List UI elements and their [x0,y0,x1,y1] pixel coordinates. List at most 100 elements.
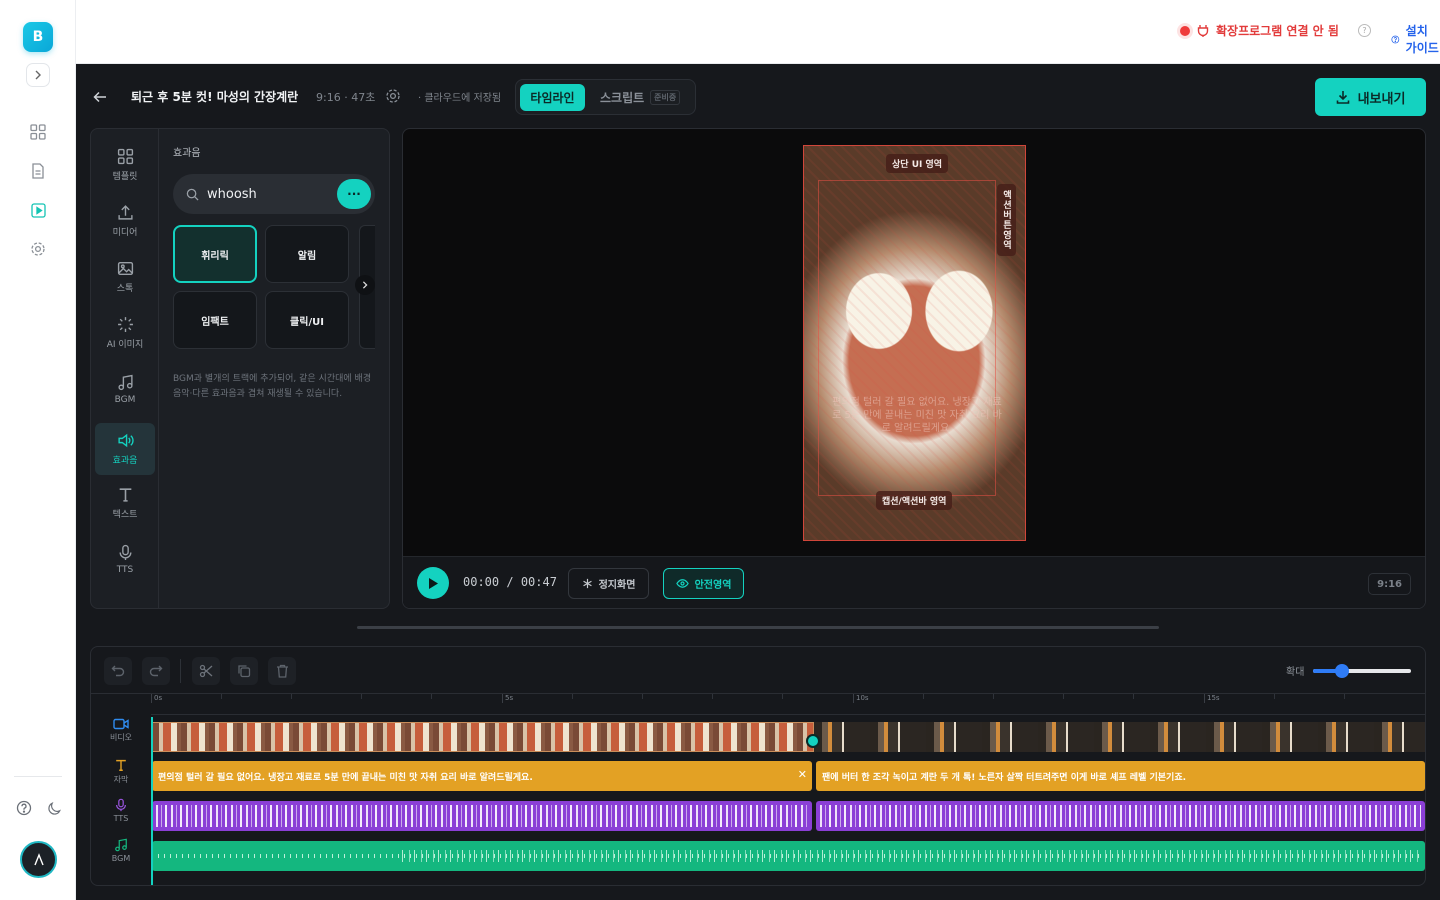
coming-soon-badge: 준비중 [650,90,681,105]
tts-clip[interactable] [152,801,812,831]
ruler-tick-0s: 0s [151,694,162,703]
brand-logo[interactable]: B [23,22,53,52]
upload-icon [117,205,133,220]
left-rail: B [0,0,76,900]
time-separator: / [506,575,514,589]
dark-mode-toggle[interactable] [44,798,64,818]
ruler-minor-tick [642,694,645,699]
expand-sidebar-button[interactable] [26,63,50,87]
panel-resize-handle[interactable] [357,626,1159,629]
safe-area-toggle[interactable]: 안전영역 [663,568,744,599]
search-options-button[interactable]: ··· [337,179,371,209]
split-button[interactable] [192,657,220,685]
extension-status[interactable]: 확장프로그램 연결 안 됨 [1180,22,1339,39]
track-label-tts: TTS [91,798,151,823]
sfx-chip-whoosh[interactable]: 휘리릭 [173,225,257,283]
category-text[interactable]: 텍스트 [95,477,155,529]
zoom-slider[interactable] [1313,664,1411,678]
search-input[interactable]: whoosh [207,187,257,202]
chips-next-button[interactable] [355,275,375,295]
ruler-minor-tick [1344,694,1347,699]
transition-marker[interactable] [806,734,820,748]
video-icon [113,718,129,730]
track-label-text: TTS [113,814,129,823]
nav-documents[interactable] [28,161,48,181]
redo-button[interactable] [142,657,170,685]
track-label-bgm: BGM [91,838,151,863]
extension-help-icon[interactable]: ? [1358,24,1371,37]
video-clip[interactable] [814,722,1425,752]
search-icon [186,188,199,201]
caption-track: 편의점 털러 갈 필요 없어요. 냉장고 재료로 5분 만에 끝내는 미친 맛 … [152,761,1425,791]
sfx-chip-alert[interactable]: 알림 [265,225,349,283]
eye-icon [675,579,689,588]
tts-clip[interactable] [816,801,1425,831]
bgm-clip[interactable] [152,841,1425,871]
caption-clip[interactable]: 팬에 버터 한 조각 녹이고 계란 두 개 톡! 노른자 살짝 터트려주면 이게… [816,761,1425,791]
project-settings-button[interactable] [385,88,401,108]
duplicate-button[interactable] [230,657,258,685]
rail-divider [14,776,62,777]
export-button[interactable]: 내보내기 [1315,78,1426,116]
redo-icon [149,665,163,677]
play-icon [429,577,438,589]
timeline-toolbar: 확대 [91,647,1425,694]
music-icon [115,838,127,852]
playhead[interactable] [151,717,153,885]
play-button[interactable] [417,567,449,599]
category-ai-image[interactable]: AI 이미지 [95,307,155,359]
undo-icon [111,665,125,677]
category-templates[interactable]: 템플릿 [95,139,155,191]
preview-canvas[interactable]: 상단 UI 영역 액션버튼영역 편의점 털러 갈 필요 없어요. 냉장고 재료로… [803,145,1026,541]
ruler-minor-tick [291,694,294,699]
mic-icon [118,544,132,560]
still-frame-label: 정지화면 [598,580,636,591]
nav-video-editor[interactable] [28,200,48,220]
scissors-icon [199,664,213,678]
install-guide-link[interactable]: 설치 가이드 [1391,22,1440,56]
category-media[interactable]: 미디어 [95,195,155,247]
safe-area-box [818,180,996,496]
category-sound-effects[interactable]: 효과음 [95,423,155,475]
music-icon [117,374,133,390]
category-label: TTS [116,564,134,575]
zoom-label: 확대 [1286,667,1305,678]
project-title[interactable]: 퇴근 후 5분 컷! 마성의 간장계란밥 [131,88,299,105]
action-button-zone-label: 액션버튼영역 [997,184,1016,256]
track-label-text: 비디오 [109,733,133,742]
category-bgm[interactable]: BGM [95,363,155,415]
sfx-chip-impact[interactable]: 임팩트 [173,291,257,349]
track-label-caption: 자막 [91,758,151,785]
plug-icon [1197,24,1209,37]
user-avatar[interactable] [20,841,57,878]
category-stock[interactable]: 스톡 [95,251,155,303]
sound-search[interactable]: whoosh ··· [173,174,375,214]
close-icon[interactable]: ✕ [798,768,807,781]
tab-timeline[interactable]: 타임라인 [520,84,585,111]
undo-button[interactable] [104,657,132,685]
help-button[interactable] [14,798,34,818]
video-clip[interactable] [152,722,814,752]
aspect-ratio-badge[interactable]: 9:16 [1368,573,1411,595]
nav-settings[interactable] [28,239,48,259]
time-ruler[interactable]: 0s 5s 10s 15s [151,694,1425,715]
help-icon [16,800,32,816]
caption-clip[interactable]: 편의점 털러 갈 필요 없어요. 냉장고 재료로 5분 만에 끝내는 미친 맛 … [152,761,812,791]
delete-button[interactable] [268,657,296,685]
ruler-tick-10s: 10s [853,694,869,703]
tab-script[interactable]: 스크립트 준비중 [600,84,681,111]
ruler-minor-tick [221,694,224,699]
view-tabs: 타임라인 스크립트 준비중 [515,79,696,115]
time-display: 00:00 / 00:47 [463,575,557,589]
sfx-chip-click-ui[interactable]: 클릭/UI [265,291,349,349]
still-frame-button[interactable]: 정지화면 [568,568,649,599]
tts-waveform [820,805,1421,827]
dashboard-icon [30,124,46,140]
mic-icon [116,798,126,812]
zoom-slider-knob[interactable] [1335,664,1350,678]
video-editor-app: B 확장프로그램 연결 안 됨 ? 설치 가이드 퇴근 후 5분 컷! 마성의 … [0,0,1440,900]
top-bar: 확장프로그램 연결 안 됨 ? 설치 가이드 [76,0,1440,64]
nav-dashboard[interactable] [28,122,48,142]
category-tts[interactable]: TTS [95,533,155,585]
back-button[interactable] [93,89,107,108]
